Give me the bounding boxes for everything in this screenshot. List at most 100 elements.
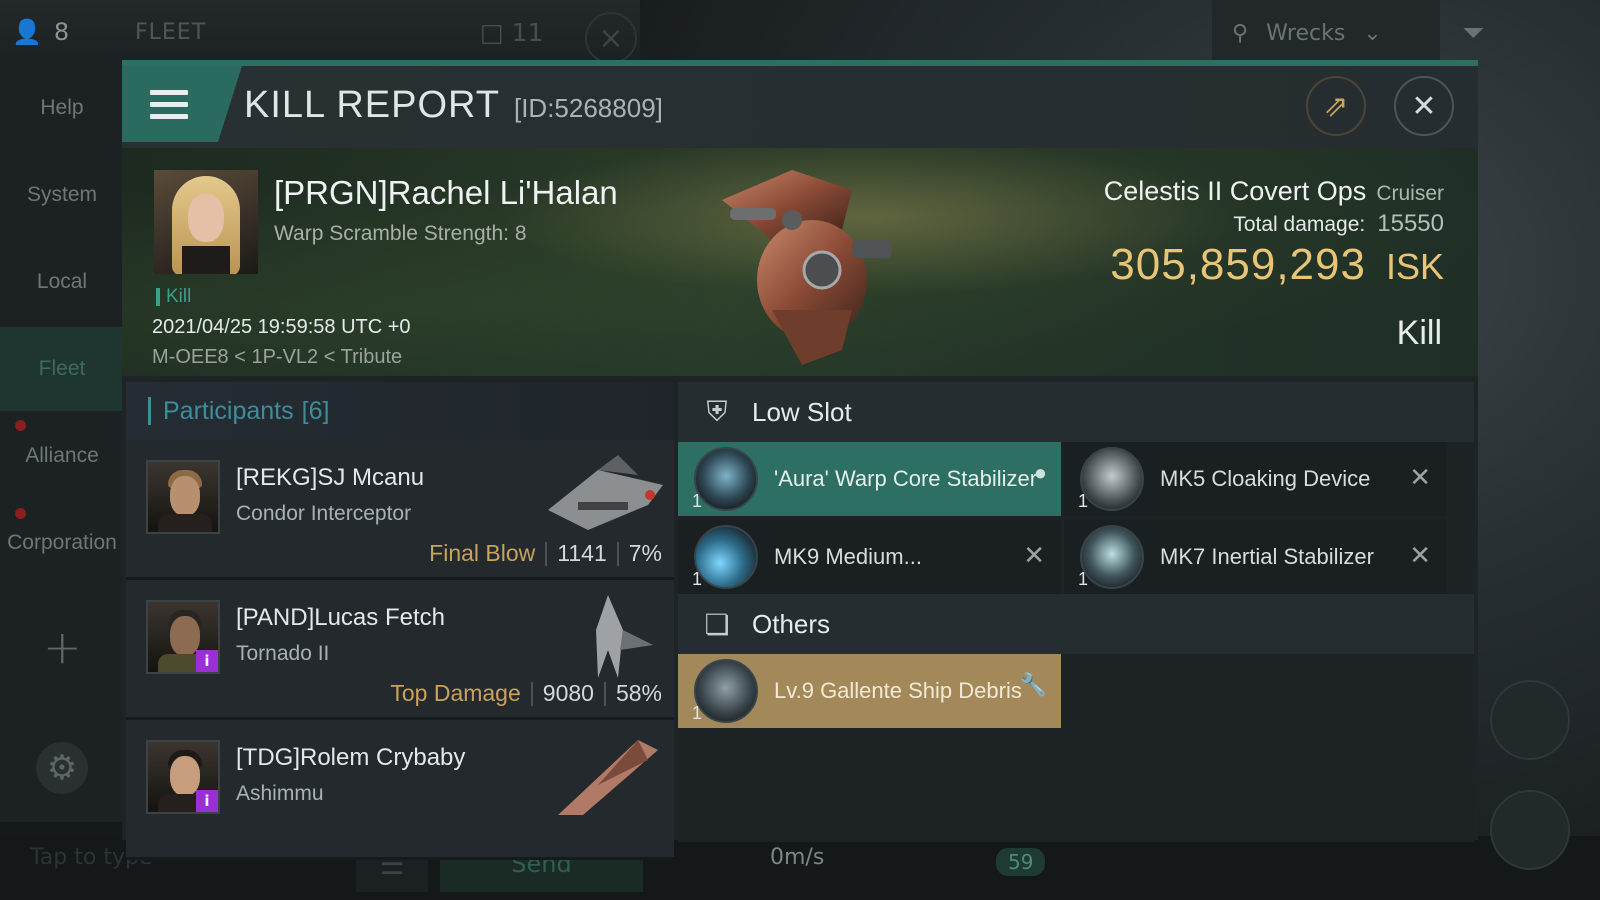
add-channel-icon[interactable]: + [43, 620, 82, 674]
isk-value: 305,859,293 ISK [1110, 240, 1444, 289]
participants-list: Participants [6] [REKG]SJ Mcanu Condor I… [126, 382, 674, 860]
panel-header: KILL REPORT [ID:5268809] ⇗ ✕ [122, 66, 1478, 148]
destroyed-icon: ✕ [1023, 540, 1045, 570]
participant-ship-image [558, 740, 658, 815]
module-name: MK5 Cloaking Device [1160, 466, 1371, 491]
page-title: KILL REPORT [ID:5268809] [244, 84, 663, 127]
ship-name[interactable]: Celestis II Covert Ops Cruiser [1104, 176, 1444, 207]
participant-percent: 7% [628, 540, 662, 566]
others-header: ❏ Others [678, 594, 1474, 654]
chevron-down-icon: ⌄ [1363, 20, 1382, 46]
module-qty: 1 [692, 491, 703, 511]
participant-ship-image [548, 455, 663, 530]
inertial-stabilizer-icon [1080, 525, 1144, 589]
low-slot-header: ⛨ Low Slot [678, 382, 1474, 442]
participant-row[interactable]: [REKG]SJ Mcanu Condor Interceptor Final … [126, 440, 674, 580]
participant-name: [REKG]SJ Mcanu [236, 464, 425, 491]
kill-tag: Kill [156, 287, 191, 306]
participant-ship-image [596, 595, 653, 678]
title-text: KILL REPORT [244, 84, 500, 126]
participants-header: Participants [6] [126, 382, 674, 440]
module-name: 'Aura' Warp Core Stabilizer [774, 466, 1038, 491]
kill-location: M-OEE8 < 1P-VL2 < Tribute [152, 346, 403, 368]
hud-counter: 59 [996, 848, 1046, 876]
ship-debris-icon [694, 659, 758, 723]
victim-portrait[interactable] [154, 170, 258, 274]
filter-label: Wrecks [1266, 20, 1346, 46]
kill-datetime: 2021/04/25 19:59:58 UTC +0 [152, 316, 411, 338]
top-damage-tag: Top Damage [390, 680, 521, 706]
info-badge-icon: i [196, 650, 218, 672]
module-item[interactable]: 1 Lv.9 Gallente Ship Debris 🔧 [678, 654, 1061, 728]
module-slot-button[interactable] [1490, 790, 1570, 870]
module-name: MK9 Medium... [774, 544, 922, 569]
user-icon: 👤 [12, 18, 42, 46]
fleet-member-count[interactable]: □ 11 [480, 18, 543, 47]
window-icon: □ [480, 18, 504, 47]
gear-icon[interactable]: ⚙ [36, 742, 88, 794]
menu-button[interactable] [122, 66, 242, 142]
victim-name[interactable]: [PRGN]Rachel Li'Halan [274, 174, 618, 212]
avatar[interactable]: i [146, 740, 220, 814]
destroyed-icon: ✕ [1409, 540, 1431, 570]
module-name: Lv.9 Gallente Ship Debris [774, 678, 1022, 703]
module-qty: 1 [692, 569, 703, 589]
module-qty: 1 [692, 703, 703, 723]
location-pin-icon: ⚲ [1232, 20, 1249, 46]
participant-damage: 9080 [542, 680, 594, 706]
fleet-label: FLEET [135, 20, 207, 45]
participant-damage: 1141 [557, 540, 607, 566]
victim-ship-image [722, 170, 892, 365]
fleet-close-button[interactable]: × [585, 12, 637, 64]
module-item[interactable]: 1 MK7 Inertial Stabilizer ✕ [1064, 520, 1447, 594]
shield-icon: ⛨ [706, 395, 728, 427]
participants-count: [6] [301, 396, 330, 425]
destroyed-icon: ✕ [1409, 462, 1431, 492]
avatar[interactable] [146, 460, 220, 534]
participant-name: [PAND]Lucas Fetch [236, 604, 445, 631]
victim-banner: [PRGN]Rachel Li'Halan Warp Scramble Stre… [122, 148, 1478, 376]
module-item[interactable]: 1 MK5 Cloaking Device ✕ [1064, 442, 1447, 516]
close-icon: ✕ [1411, 88, 1437, 124]
module-slot-button[interactable] [1490, 680, 1570, 760]
sidebar-item-fleet[interactable]: Fleet [0, 327, 124, 411]
module-item[interactable]: 1 'Aura' Warp Core Stabilizer ● [678, 442, 1061, 516]
report-id: [ID:5268809] [513, 93, 663, 123]
cloaking-device-icon [1080, 447, 1144, 511]
fleet-count[interactable]: 👤 8 [12, 18, 69, 46]
overview-filter-dropdown[interactable]: ⚲ Wrecks ⌄ [1212, 0, 1440, 66]
warp-scramble-strength: Warp Scramble Strength: 8 [274, 222, 527, 245]
ship-class: Cruiser [1376, 182, 1444, 205]
sidebar-item-help[interactable]: Help [0, 66, 124, 150]
final-blow-tag: Final Blow [429, 540, 536, 566]
participant-ship: Ashimmu [236, 782, 324, 805]
external-link-icon: ⇗ [1323, 88, 1349, 124]
participant-name: [TDG]Rolem Crybaby [236, 744, 466, 771]
wrench-icon: 🔧 [1019, 672, 1047, 697]
speed-readout: 0m/s [770, 845, 825, 870]
sidebar-item-local[interactable]: Local [0, 240, 124, 324]
participant-ship: Tornado II [236, 642, 330, 665]
kill-result: Kill [1396, 314, 1442, 352]
module-name: MK7 Inertial Stabilizer [1160, 544, 1374, 569]
filter-icon[interactable]: ⏷ [1462, 16, 1484, 50]
participant-row[interactable]: i [TDG]Rolem Crybaby Ashimmu [126, 720, 674, 860]
hamburger-icon [150, 89, 188, 119]
module-qty: 1 [1078, 569, 1089, 589]
medium-module-icon [694, 525, 758, 589]
participant-row[interactable]: i [PAND]Lucas Fetch Tornado II Top Damag… [126, 580, 674, 720]
participant-stats: Top Damage 9080 58% [390, 680, 662, 707]
avatar[interactable]: i [146, 600, 220, 674]
sidebar-item-system[interactable]: System [0, 153, 124, 237]
cube-icon: ❏ [704, 608, 730, 640]
participant-percent: 58% [615, 680, 662, 706]
info-badge-icon: i [196, 790, 218, 812]
module-qty: 1 [1078, 491, 1089, 511]
share-button[interactable]: ⇗ [1306, 76, 1366, 136]
person-icon: ● [1033, 460, 1047, 485]
module-item[interactable]: 1 MK9 Medium... ✕ [678, 520, 1061, 594]
fitting-modules: ⛨ Low Slot 1 'Aura' Warp Core Stabilizer… [678, 382, 1474, 842]
participant-ship: Condor Interceptor [236, 502, 412, 525]
unread-dot [15, 508, 26, 519]
close-button[interactable]: ✕ [1394, 76, 1454, 136]
